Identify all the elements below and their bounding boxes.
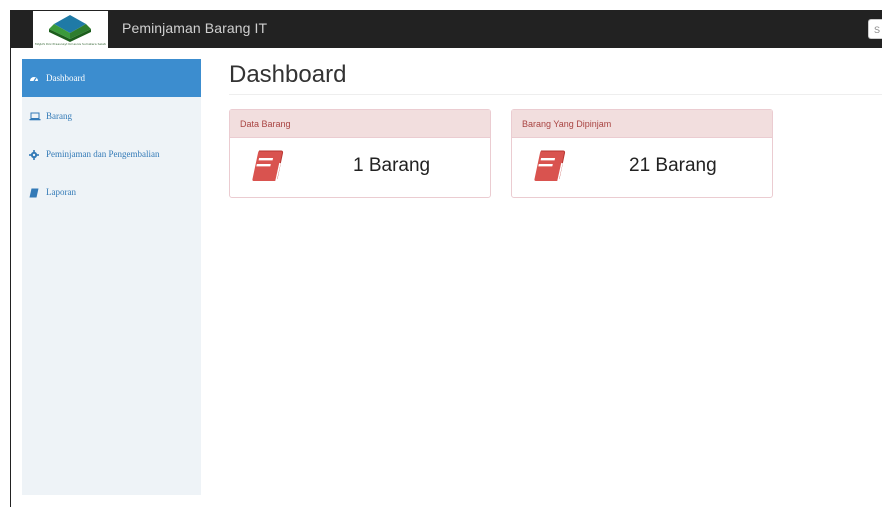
logo-caption: MAJLIS Dzx Praasnayt Kmasnis Sumatera Se… — [35, 43, 106, 46]
frame-left-border — [10, 10, 11, 507]
panel-data-barang: Data Barang 1 Barang — [229, 109, 491, 198]
panel-body: 1 Barang — [230, 138, 490, 197]
gear-icon — [29, 149, 41, 160]
panel-value: 1 Barang — [353, 155, 431, 176]
sidebar: Dashboard Barang Peminjaman dan Pengemba… — [22, 59, 201, 495]
search-input[interactable]: S — [868, 19, 882, 39]
panel-heading: Data Barang — [230, 110, 490, 138]
book-icon — [532, 149, 566, 188]
brand-title[interactable]: Peminjaman Barang IT — [122, 20, 267, 36]
laptop-icon — [29, 112, 41, 121]
book-icon — [29, 188, 41, 198]
sidebar-item-laporan[interactable]: Laporan — [22, 173, 201, 211]
logo[interactable]: MAJLIS Dzx Praasnayt Kmasnis Sumatera Se… — [33, 11, 108, 48]
book-icon — [250, 149, 284, 188]
sidebar-item-dashboard[interactable]: Dashboard — [22, 59, 201, 97]
title-divider — [229, 94, 882, 95]
page-title: Dashboard — [229, 61, 347, 88]
sidebar-item-barang[interactable]: Barang — [22, 97, 201, 135]
sidebar-item-label: Barang — [46, 111, 72, 121]
panel-body: 21 Barang — [512, 138, 772, 197]
sidebar-item-peminjaman[interactable]: Peminjaman dan Pengembalian — [22, 135, 201, 173]
navbar: MAJLIS Dzx Praasnayt Kmasnis Sumatera Se… — [11, 11, 882, 48]
sidebar-item-label: Peminjaman dan Pengembalian — [46, 149, 160, 159]
dashboard-icon — [29, 74, 41, 84]
panel-barang-dipinjam: Barang Yang Dipinjam 21 Barang — [511, 109, 773, 198]
panel-heading: Barang Yang Dipinjam — [512, 110, 772, 138]
panel-value: 21 Barang — [629, 155, 717, 176]
sidebar-item-label: Dashboard — [46, 73, 85, 83]
sidebar-item-label: Laporan — [46, 187, 76, 197]
